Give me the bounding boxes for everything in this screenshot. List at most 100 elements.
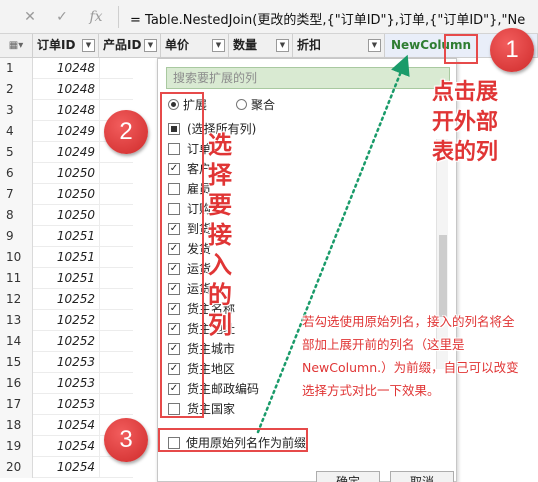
callout-expand: 点击展开外部表的列: [432, 80, 499, 165]
chevron-down-icon[interactable]: ▼: [368, 39, 381, 52]
order-id-cell[interactable]: 10253: [33, 373, 99, 394]
row-number: 3: [0, 100, 33, 121]
table-row[interactable]: 20 10254: [0, 457, 133, 478]
callout-select: 选择要接入的列: [208, 131, 232, 339]
table-row[interactable]: 14 10252: [0, 331, 133, 352]
cancel-button[interactable]: 取消: [390, 471, 454, 482]
table-row[interactable]: 1 10248: [0, 58, 133, 79]
order-id-cell[interactable]: 10250: [33, 163, 99, 184]
x-icon[interactable]: ✕: [20, 8, 40, 26]
table-row[interactable]: 9 10251: [0, 226, 133, 247]
product-id-cell[interactable]: [99, 79, 133, 100]
row-number: 18: [0, 415, 33, 436]
chevron-down-icon[interactable]: ▼: [144, 39, 157, 52]
row-number: 20: [0, 457, 33, 478]
step-badge-1: 1: [490, 28, 534, 72]
order-id-cell[interactable]: 10252: [33, 310, 99, 331]
row-number: 2: [0, 79, 33, 100]
column-header-price[interactable]: 单价 ▼: [161, 34, 229, 57]
order-id-cell[interactable]: 10251: [33, 268, 99, 289]
formula-bar: ✕ ✓ fx = Table.NestedJoin(更改的类型,{"订单ID"}…: [0, 0, 538, 34]
order-id-cell[interactable]: 10248: [33, 100, 99, 121]
product-id-cell[interactable]: [99, 226, 133, 247]
order-id-cell[interactable]: 10248: [33, 58, 99, 79]
product-id-cell[interactable]: [99, 394, 133, 415]
table-row[interactable]: 6 10250: [0, 163, 133, 184]
column-label: 订单ID: [37, 38, 76, 52]
row-number: 9: [0, 226, 33, 247]
table-menu-button[interactable]: ▦▾: [0, 34, 33, 57]
table-row[interactable]: 13 10252: [0, 310, 133, 331]
column-header-discount[interactable]: 折扣 ▼: [293, 34, 385, 57]
row-number: 14: [0, 331, 33, 352]
product-id-cell[interactable]: [99, 58, 133, 79]
chevron-down-icon[interactable]: ▼: [276, 39, 289, 52]
row-number: 17: [0, 394, 33, 415]
table-row[interactable]: 11 10251: [0, 268, 133, 289]
step-badge-3: 3: [104, 418, 148, 462]
order-id-cell[interactable]: 10249: [33, 121, 99, 142]
order-id-cell[interactable]: 10251: [33, 226, 99, 247]
check-icon[interactable]: ✓: [52, 8, 72, 26]
column-label: 产品ID: [103, 38, 142, 52]
order-id-cell[interactable]: 10254: [33, 436, 99, 457]
order-id-cell[interactable]: 10249: [33, 142, 99, 163]
chevron-down-icon[interactable]: ▼: [212, 39, 225, 52]
row-number: 1: [0, 58, 33, 79]
highlight-prefix-option: [158, 428, 308, 452]
table-row[interactable]: 16 10253: [0, 373, 133, 394]
product-id-cell[interactable]: [99, 331, 133, 352]
highlight-expand-button: [444, 34, 478, 64]
table-row[interactable]: 17 10253: [0, 394, 133, 415]
formula-input[interactable]: = Table.NestedJoin(更改的类型,{"订单ID"},订单,{"订…: [130, 9, 538, 27]
divider: [118, 6, 119, 28]
order-id-cell[interactable]: 10248: [33, 79, 99, 100]
product-id-cell[interactable]: [99, 310, 133, 331]
order-id-cell[interactable]: 10250: [33, 184, 99, 205]
row-number: 6: [0, 163, 33, 184]
ok-button[interactable]: 确定: [316, 471, 380, 482]
product-id-cell[interactable]: [99, 289, 133, 310]
product-id-cell[interactable]: [99, 268, 133, 289]
column-checkbox-item[interactable]: 货主国家: [168, 399, 438, 419]
order-id-cell[interactable]: 10253: [33, 394, 99, 415]
column-header-order-id[interactable]: 订单ID ▼: [33, 34, 99, 57]
table-row[interactable]: 15 10253: [0, 352, 133, 373]
prefix-note: 若勾选使用原始列名，接入的列名将全部加上展开前的列名（这里是NewColumn.…: [302, 314, 519, 398]
order-id-cell[interactable]: 10252: [33, 289, 99, 310]
product-id-cell[interactable]: [99, 184, 133, 205]
scrollbar-thumb[interactable]: [439, 235, 447, 317]
order-id-cell[interactable]: 10253: [33, 352, 99, 373]
column-label: 折扣: [297, 38, 322, 52]
column-header-product-id[interactable]: 产品ID ▼: [99, 34, 161, 57]
row-number: 11: [0, 268, 33, 289]
product-id-cell[interactable]: [99, 247, 133, 268]
column-header-quantity[interactable]: 数量 ▼: [229, 34, 293, 57]
order-id-cell[interactable]: 10252: [33, 331, 99, 352]
table-row[interactable]: 7 10250: [0, 184, 133, 205]
table-row[interactable]: 2 10248: [0, 79, 133, 100]
fx-icon[interactable]: fx: [86, 8, 106, 26]
product-id-cell[interactable]: [99, 373, 133, 394]
table-row[interactable]: 12 10252: [0, 289, 133, 310]
product-id-cell[interactable]: [99, 163, 133, 184]
radio-aggregate[interactable]: 聚合: [236, 97, 275, 113]
row-number: 7: [0, 184, 33, 205]
row-number: 12: [0, 289, 33, 310]
row-number: 19: [0, 436, 33, 457]
row-number: 15: [0, 352, 33, 373]
row-number: 8: [0, 205, 33, 226]
radio-empty-icon: [236, 99, 247, 110]
order-id-cell[interactable]: 10250: [33, 205, 99, 226]
chevron-down-icon[interactable]: ▼: [82, 39, 95, 52]
radio-label: 聚合: [251, 98, 276, 112]
product-id-cell[interactable]: [99, 352, 133, 373]
order-id-cell[interactable]: 10254: [33, 457, 99, 478]
order-id-cell[interactable]: 10251: [33, 247, 99, 268]
row-number: 16: [0, 373, 33, 394]
product-id-cell[interactable]: [99, 205, 133, 226]
table-row[interactable]: 10 10251: [0, 247, 133, 268]
column-search-input[interactable]: 搜索要扩展的列: [166, 67, 450, 89]
order-id-cell[interactable]: 10254: [33, 415, 99, 436]
table-row[interactable]: 8 10250: [0, 205, 133, 226]
